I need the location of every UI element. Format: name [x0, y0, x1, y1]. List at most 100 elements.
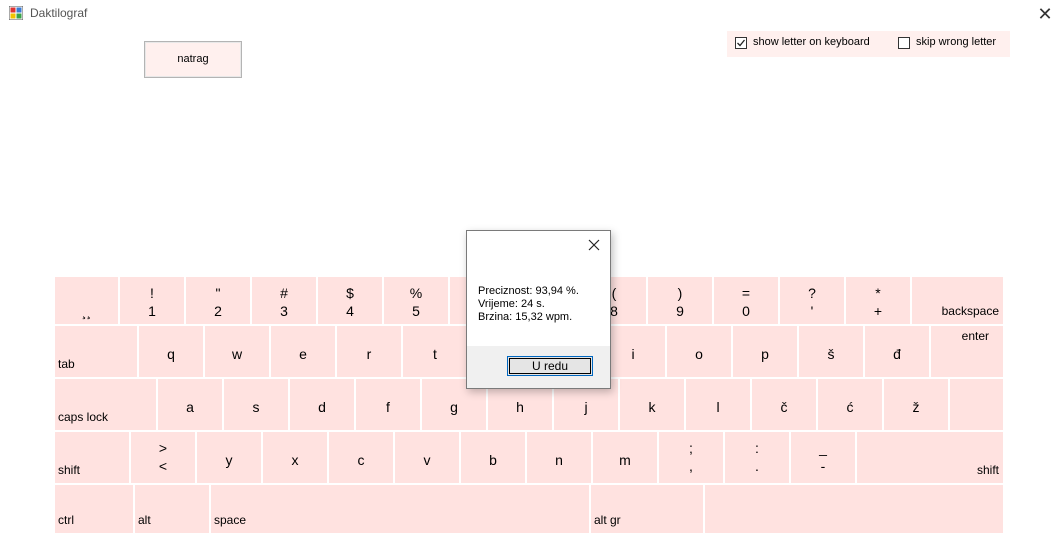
key-đ[interactable]: đ: [865, 326, 931, 379]
show-letter-checkbox[interactable]: [735, 37, 747, 49]
key-shift[interactable]: shift: [55, 432, 131, 485]
key-p[interactable]: p: [733, 326, 799, 379]
key-label: tab: [58, 357, 75, 371]
show-letter-label[interactable]: show letter on keyboard: [753, 36, 870, 48]
key-shift-char: ?: [808, 285, 816, 301]
key-base-char: 0: [742, 303, 750, 319]
key-label: caps lock: [58, 410, 109, 424]
close-icon[interactable]: [586, 237, 602, 253]
key-caps-lock[interactable]: caps lock: [55, 379, 158, 432]
key-base-char: 9: [676, 303, 684, 319]
time-line: Vrijeme: 24 s.: [478, 298, 545, 310]
key--[interactable]: _ -: [791, 432, 857, 485]
key-r[interactable]: r: [337, 326, 403, 379]
key-char: ć: [846, 399, 854, 415]
key-d[interactable]: d: [290, 379, 356, 432]
key-char: m: [619, 452, 631, 468]
skip-wrong-checkbox[interactable]: [898, 37, 910, 49]
key-1[interactable]: ! 1: [120, 277, 186, 326]
key-shift[interactable]: shift: [857, 432, 1005, 485]
key-s[interactable]: s: [224, 379, 290, 432]
key-base-char: 4: [346, 303, 354, 319]
key-t[interactable]: t: [403, 326, 469, 379]
key-m[interactable]: m: [593, 432, 659, 485]
key-y[interactable]: y: [197, 432, 263, 485]
key-base-char: 2: [214, 303, 222, 319]
key-.[interactable]: :.: [725, 432, 791, 485]
key-shift-char: ;: [689, 440, 693, 456]
window-close-button[interactable]: ✕: [1030, 2, 1060, 26]
options-panel: show letter on keyboard skip wrong lette…: [727, 31, 1010, 57]
key-tab[interactable]: tab: [55, 326, 139, 379]
key-l[interactable]: l: [686, 379, 752, 432]
key-9[interactable]: ) 9: [648, 277, 714, 326]
key-'[interactable]: ? ': [780, 277, 846, 326]
key-shift-char: %: [409, 285, 423, 301]
key-char: b: [489, 452, 497, 468]
key-x[interactable]: x: [263, 432, 329, 485]
key-base-char: .: [755, 458, 759, 474]
key-char: w: [231, 346, 243, 362]
key-char: c: [357, 452, 365, 468]
key-shift-char: =: [741, 285, 751, 301]
key-<[interactable]: > <: [131, 432, 197, 485]
key-w[interactable]: w: [205, 326, 271, 379]
key-ć[interactable]: ć: [818, 379, 884, 432]
key-char: q: [167, 346, 175, 362]
key-shift-char: #: [280, 285, 288, 301]
back-button[interactable]: natrag: [144, 41, 242, 78]
key-base-char: 1: [148, 303, 156, 319]
key-¸¸[interactable]: ¸¸: [55, 277, 120, 326]
key-char: š: [827, 346, 835, 362]
key-char: o: [695, 346, 703, 362]
key-char: j: [584, 399, 588, 415]
key-č[interactable]: č: [752, 379, 818, 432]
key-5[interactable]: % 5: [384, 277, 450, 326]
key-char: g: [450, 399, 458, 415]
key-ž[interactable]: ž: [884, 379, 950, 432]
skip-wrong-label[interactable]: skip wrong letter: [916, 36, 996, 48]
key-base-char: -: [820, 458, 826, 474]
key-enter[interactable]: enter: [931, 326, 1005, 379]
key-char: t: [433, 346, 437, 362]
key-a[interactable]: a: [158, 379, 224, 432]
key-backspace[interactable]: backspace: [912, 277, 1005, 326]
result-dialog: Preciznost: 93,94 %. Vrijeme: 24 s. Brzi…: [466, 230, 611, 389]
key-+[interactable]: * +: [846, 277, 912, 326]
key-k[interactable]: k: [620, 379, 686, 432]
key-space[interactable]: space: [211, 485, 591, 535]
key-,[interactable]: ;,: [659, 432, 725, 485]
key-n[interactable]: n: [527, 432, 593, 485]
key-char: x: [291, 452, 299, 468]
key-alt[interactable]: alt: [135, 485, 211, 535]
key-shift-char: _: [819, 440, 827, 456]
key-3[interactable]: #3: [252, 277, 318, 326]
key-2[interactable]: " 2: [186, 277, 252, 326]
key-e[interactable]: e: [271, 326, 337, 379]
key-char: v: [423, 452, 431, 468]
key-char: d: [318, 399, 326, 415]
key-ctrl[interactable]: ctrl: [55, 485, 135, 535]
window-title: Daktilograf: [30, 6, 88, 20]
key-0[interactable]: = 0: [714, 277, 780, 326]
key-label: enter: [961, 329, 989, 343]
key-v[interactable]: v: [395, 432, 461, 485]
key-label: alt: [138, 513, 151, 527]
key-c[interactable]: c: [329, 432, 395, 485]
key-base-char: <: [158, 458, 168, 474]
key-shift-char: ): [677, 285, 683, 301]
key-b[interactable]: b: [461, 432, 527, 485]
key-shift-char: *: [875, 285, 881, 301]
key-4[interactable]: $4: [318, 277, 384, 326]
key-o[interactable]: o: [667, 326, 733, 379]
ok-button[interactable]: U redu: [507, 356, 593, 376]
key-f[interactable]: f: [356, 379, 422, 432]
key-blank[interactable]: [705, 485, 1005, 535]
key-q[interactable]: q: [139, 326, 205, 379]
key-base-char: +: [873, 303, 883, 319]
key-blank[interactable]: [950, 379, 1005, 432]
key-alt-gr[interactable]: alt gr: [591, 485, 705, 535]
dialog-footer: U redu: [467, 346, 610, 388]
key-š[interactable]: š: [799, 326, 865, 379]
key-char: l: [716, 399, 720, 415]
